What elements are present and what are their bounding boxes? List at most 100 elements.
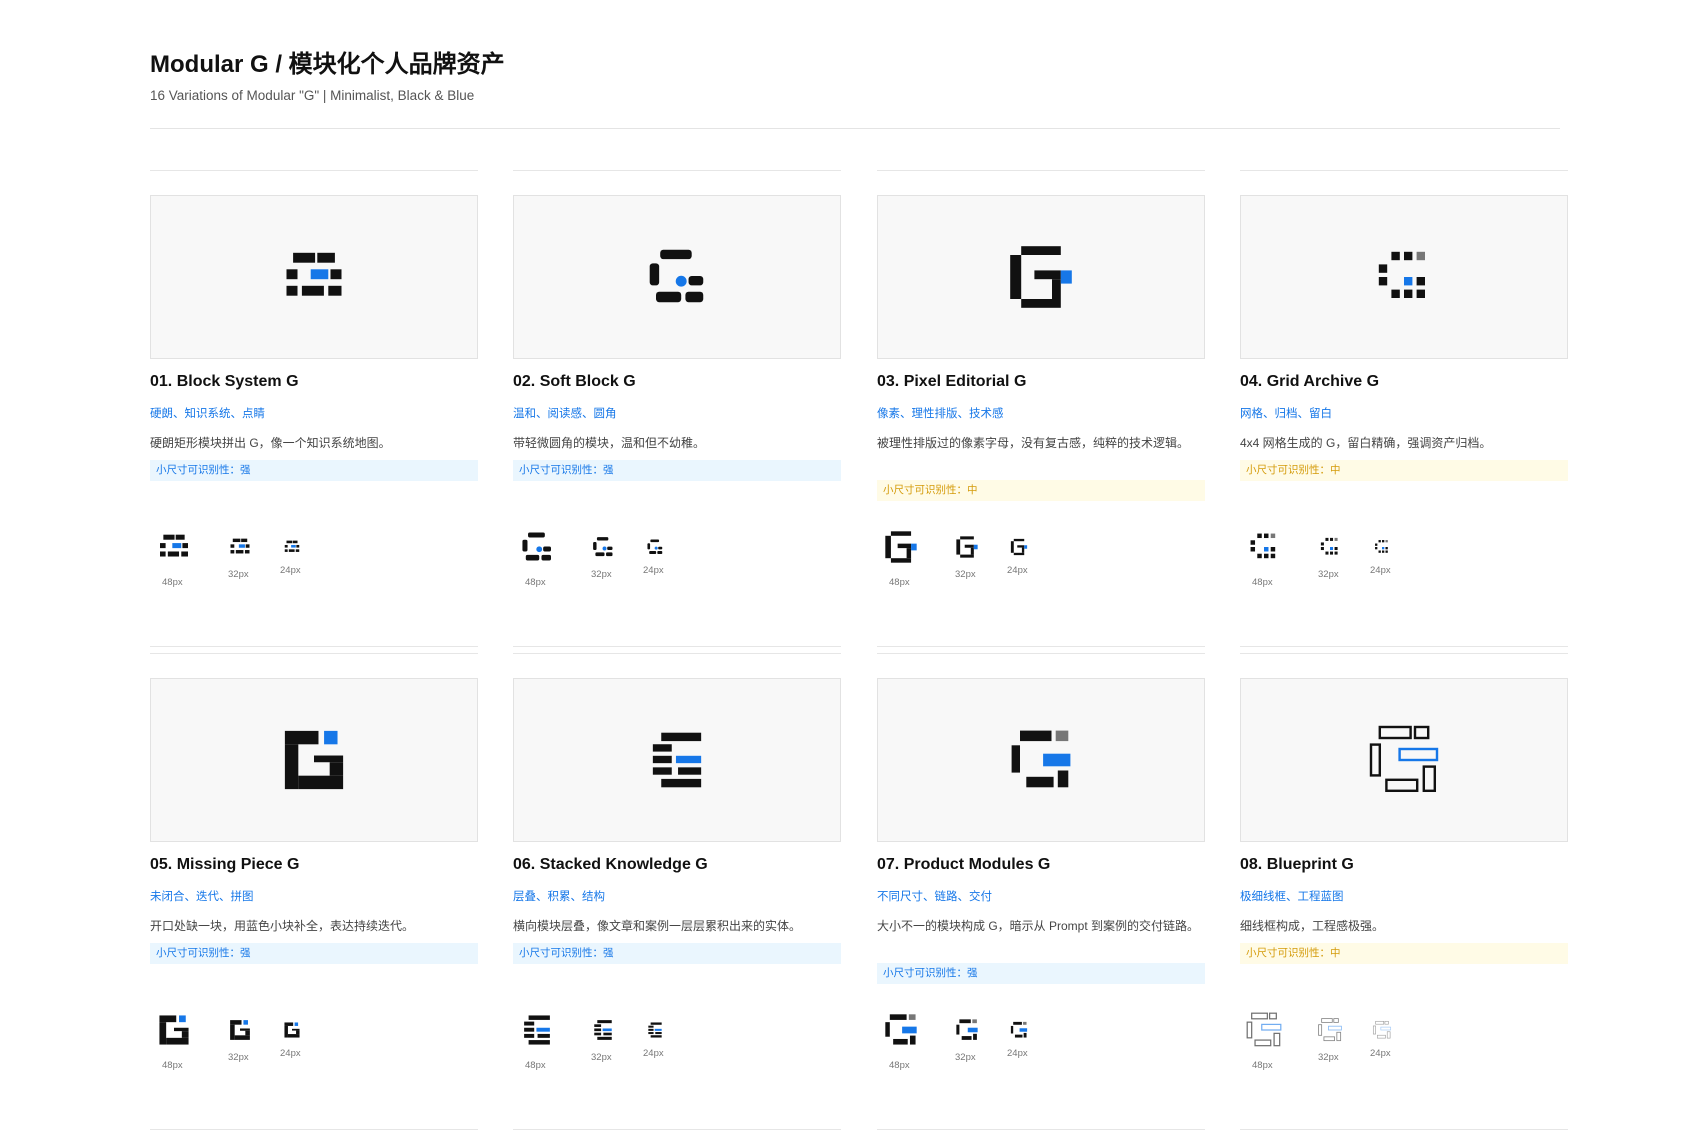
logo-module	[1021, 246, 1061, 255]
variation-description: 细线框构成，工程感极强。	[1240, 919, 1385, 933]
logo-module	[1385, 550, 1388, 553]
logo-module	[908, 1014, 916, 1020]
logo-module	[181, 551, 188, 557]
logo-module	[179, 1015, 186, 1023]
logo-module	[885, 535, 891, 559]
logo-module	[657, 551, 663, 554]
logo-module	[1385, 778, 1419, 793]
logo-module	[607, 546, 613, 551]
logo-module	[1264, 533, 1269, 539]
logo-module	[596, 537, 609, 541]
logo-module	[160, 551, 166, 557]
logo-module	[1404, 277, 1413, 286]
logo-module	[1021, 547, 1025, 553]
logo-module	[885, 1022, 890, 1037]
logo-module	[234, 1035, 250, 1040]
missing-piece-g-icon	[230, 1020, 250, 1040]
logo-module	[1023, 1021, 1027, 1025]
logo-module	[1013, 538, 1025, 542]
logo-module	[1013, 1021, 1022, 1025]
logo-module	[1270, 547, 1276, 552]
logo-module	[181, 1031, 189, 1038]
size-previews: 48px 32px 24px	[1240, 1005, 1568, 1115]
logo-module	[1257, 553, 1262, 559]
logo-module	[238, 544, 245, 548]
logo-module	[656, 291, 682, 303]
logo-module	[1320, 542, 1324, 546]
logo-module	[1378, 550, 1381, 553]
logo-module	[893, 1038, 908, 1045]
logo-module	[1422, 765, 1437, 793]
variation-name: 04. Grid Archive G	[1240, 373, 1380, 390]
logo-module	[284, 1022, 294, 1026]
variation-description: 大小不一的模块构成 G，暗示从 Prompt 到案例的交付链路。	[877, 919, 1200, 933]
logo-module	[1398, 747, 1439, 762]
logo-module	[1377, 1034, 1386, 1039]
card-top-divider	[513, 653, 841, 654]
logo-module	[1026, 776, 1054, 788]
soft-block-g-icon	[522, 532, 551, 561]
logo-module	[329, 762, 344, 776]
missing-piece-g-icon	[159, 1015, 189, 1045]
logo-module	[1385, 540, 1388, 543]
blueprint-g-icon	[1318, 1018, 1342, 1042]
variation-name: 02. Soft Block G	[513, 373, 636, 390]
header-divider	[150, 128, 1560, 129]
variation-tags: 温和、阅读感、圆角	[513, 408, 617, 420]
logo-module	[160, 543, 166, 549]
logo-module	[964, 544, 974, 548]
card-bottom-divider	[1240, 646, 1568, 647]
logo-module	[972, 1019, 977, 1024]
size-previews: 48px 32px 24px	[150, 1005, 478, 1115]
logo-module	[1375, 1020, 1385, 1025]
logo-module	[595, 552, 605, 557]
logo-module	[1021, 299, 1061, 308]
size-label: 32px	[1318, 569, 1339, 580]
size-label: 48px	[889, 1060, 910, 1071]
logo-module	[606, 552, 613, 557]
logo-module	[232, 538, 241, 543]
logo-module	[654, 546, 658, 550]
logo-preview	[513, 678, 841, 842]
logo-module	[524, 1033, 535, 1038]
logo-module	[1391, 251, 1400, 261]
logo-module	[961, 1036, 972, 1040]
page-title: Modular G / 模块化个人品牌资产	[150, 51, 505, 78]
logo-module	[956, 539, 961, 555]
logo-module	[661, 778, 702, 788]
variation-tags: 像素、理性排版、技术感	[877, 408, 1004, 420]
logo-module	[1010, 541, 1014, 553]
logo-module	[956, 1024, 960, 1035]
logo-module	[650, 1035, 662, 1038]
size-label: 48px	[525, 1060, 546, 1071]
logo-module	[1024, 545, 1028, 549]
logo-module	[286, 285, 298, 296]
legibility-badge: 小尺寸可识别性：中	[877, 480, 1205, 501]
variation-description: 硬朗矩形模块拼出 G，像一个知识系统地图。	[150, 436, 391, 450]
logo-module	[594, 1024, 602, 1027]
logo-module	[960, 554, 974, 558]
card-top-divider	[1240, 653, 1568, 654]
logo-module	[1385, 547, 1388, 550]
missing-piece-g-icon	[284, 730, 344, 790]
logo-module	[602, 546, 607, 551]
variation-tags: 未闭合、迭代、拼图	[150, 891, 254, 903]
logo-module	[1378, 540, 1381, 543]
logo-module	[1321, 1018, 1333, 1023]
card-top-divider	[150, 170, 478, 171]
logo-module	[1246, 1021, 1253, 1039]
size-label: 48px	[525, 577, 546, 588]
logo-module	[602, 1028, 612, 1032]
logo-module	[1011, 745, 1020, 773]
logo-module	[1250, 547, 1256, 552]
logo-module	[678, 767, 702, 775]
size-label: 48px	[162, 577, 183, 588]
variation-description: 带轻微圆角的模块，温和但不幼稚。	[513, 436, 706, 450]
logo-module	[1334, 547, 1338, 551]
size-label: 32px	[228, 569, 249, 580]
legibility-badge: 小尺寸可识别性：强	[150, 460, 478, 481]
logo-module	[594, 1028, 602, 1032]
logo-module	[245, 544, 250, 548]
logo-module	[298, 775, 344, 790]
logo-module	[1010, 255, 1022, 299]
